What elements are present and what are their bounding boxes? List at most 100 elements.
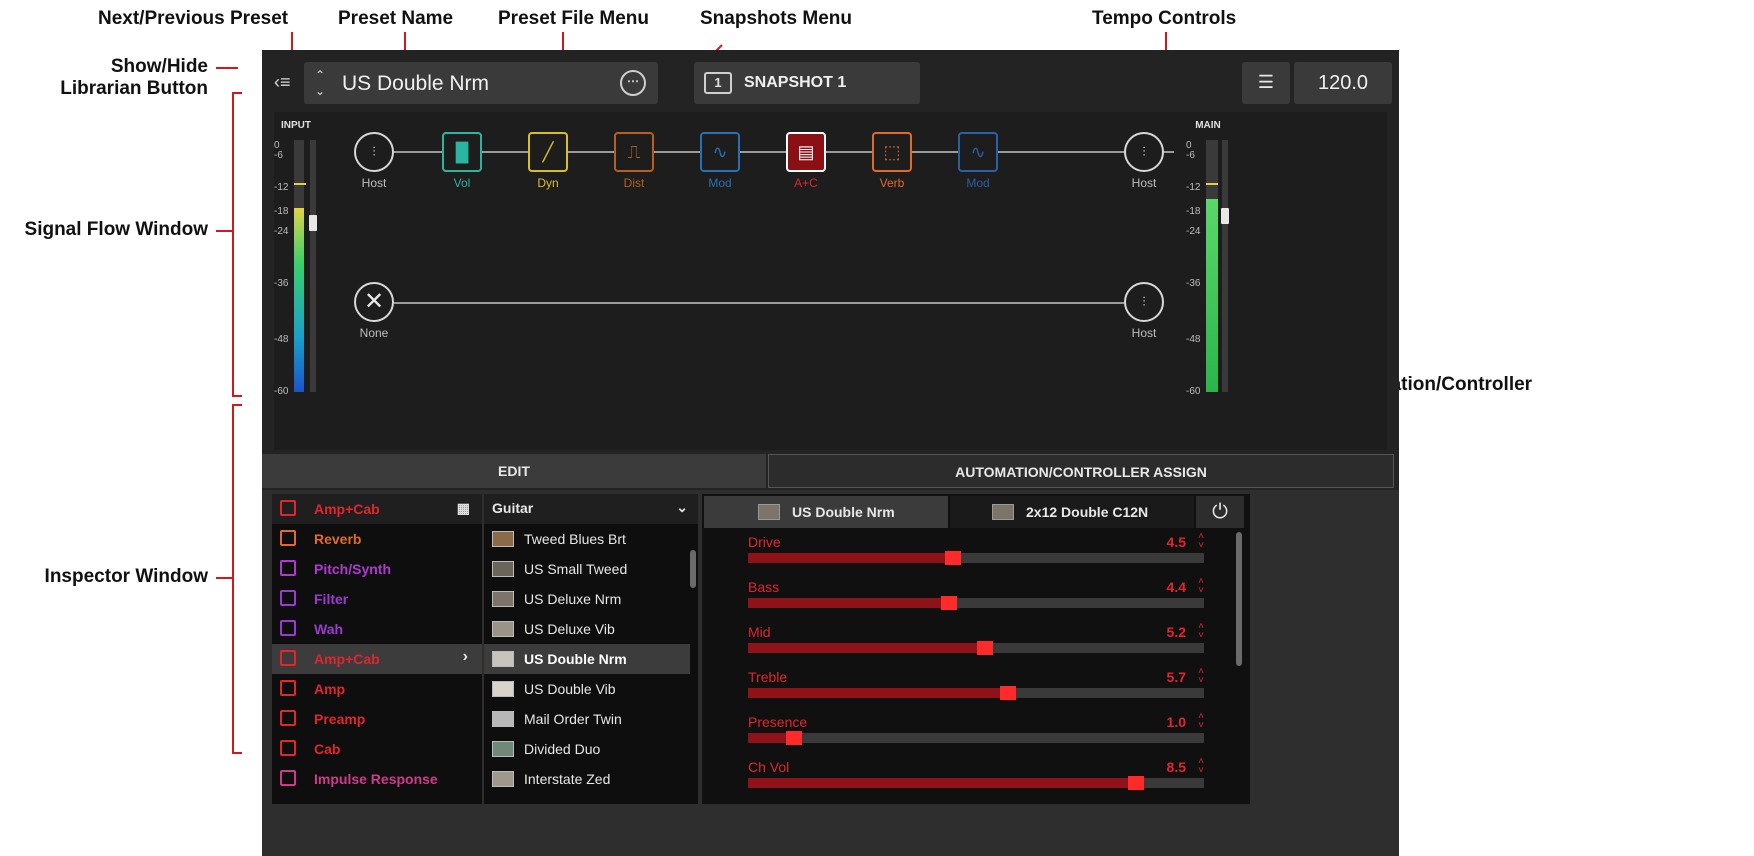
chevron-down-icon[interactable]: ⌄ — [312, 85, 328, 97]
category-list: Amp+Cab ▦ Reverb Pitch/Synth Filter Wah Amp+… — [272, 494, 490, 804]
model-scrollbar[interactable] — [690, 550, 696, 588]
param-stepper-icon[interactable]: ˄ ˅ — [1198, 757, 1204, 776]
block-mod[interactable]: ∿ — [958, 132, 998, 172]
model-item[interactable]: US Deluxe Nrm — [484, 584, 690, 614]
model-item-label: Divided Duo — [524, 741, 601, 757]
main-volume-handle[interactable] — [1221, 208, 1229, 224]
grid-icon[interactable]: ▦ — [457, 500, 470, 517]
category-icon — [280, 680, 296, 696]
meter-tick-label: -48 — [1186, 334, 1201, 346]
category-item[interactable]: Pitch/Synth — [272, 554, 482, 584]
path2-input[interactable]: ✕ — [354, 282, 394, 322]
block-dist[interactable]: ⎍ — [614, 132, 654, 172]
param-value[interactable]: 4.5 — [1167, 534, 1186, 550]
param-stepper-icon[interactable]: ˄ ˅ — [1198, 712, 1204, 731]
model-item[interactable]: Interstate Zed — [484, 764, 690, 794]
param-stepper-icon[interactable]: ˄ ˅ — [1198, 577, 1204, 596]
param-value[interactable]: 1.0 — [1167, 714, 1186, 730]
param-row: Bass 4.4 ˄ ˅ — [748, 577, 1204, 617]
category-item[interactable]: Filter — [272, 584, 482, 614]
param-slider[interactable] — [748, 776, 1204, 790]
param-slider-handle[interactable] — [999, 686, 1016, 700]
block-a-c[interactable]: ▤ — [786, 132, 826, 172]
param-stepper-icon[interactable]: ˄ ˅ — [1198, 532, 1204, 551]
preset-selector[interactable]: ⌃ ⌄ US Double Nrm ⋯ — [304, 62, 658, 104]
param-slider[interactable] — [748, 551, 1204, 565]
callout-signal-flow-window: Signal Flow Window — [24, 219, 208, 240]
model-item-label: Interstate Zed — [524, 771, 611, 787]
model-item[interactable]: Tweed Blues Brt — [484, 524, 690, 554]
reverb-cube-icon: ⬚ — [883, 142, 901, 162]
preset-file-menu-button[interactable]: ⋯ — [620, 70, 646, 96]
amp-thumbnail-icon — [492, 621, 514, 637]
model-list-header[interactable]: Guitar ⌄ — [484, 494, 698, 524]
chevron-up-icon[interactable]: ⌃ — [312, 69, 328, 81]
model-item[interactable]: US Small Tweed — [484, 554, 690, 584]
category-item[interactable]: Impulse Response — [272, 764, 482, 794]
category-item[interactable]: Amp — [272, 674, 482, 704]
block-label: Dyn — [537, 176, 559, 190]
input-gain-handle[interactable] — [309, 215, 317, 231]
param-slider-handle[interactable] — [945, 551, 962, 565]
tab-edit[interactable]: EDIT — [262, 454, 766, 488]
meter-tick-label: -18 — [1186, 206, 1201, 218]
parameter-scrollbar[interactable] — [1236, 532, 1242, 666]
param-slider-handle[interactable] — [940, 596, 957, 610]
next-previous-preset-arrows[interactable]: ⌃ ⌄ — [312, 69, 328, 97]
inspector-window: Amp+Cab ▦ Reverb Pitch/Synth Filter Wah Amp+… — [262, 490, 1399, 856]
param-slider-handle[interactable] — [977, 641, 994, 655]
block-power-button[interactable]: ⏻ — [1196, 496, 1244, 528]
model-item[interactable]: Mail Order Twin — [484, 704, 690, 734]
category-item[interactable]: Amp+Cab › — [272, 644, 482, 674]
path1-output[interactable]: ⫶ — [1124, 132, 1164, 172]
param-slider[interactable] — [748, 641, 1204, 655]
param-value[interactable]: 8.5 — [1167, 759, 1186, 775]
block-vol[interactable]: ▐▌ — [442, 132, 482, 172]
category-item[interactable]: Reverb — [272, 524, 482, 554]
amp-thumbnail-icon — [492, 531, 514, 547]
dynamics-curve-icon: ╱ — [542, 142, 554, 162]
param-slider-handle[interactable] — [785, 731, 802, 745]
category-header[interactable]: Amp+Cab ▦ — [272, 494, 482, 524]
category-item[interactable]: Wah — [272, 614, 482, 644]
preset-name: US Double Nrm — [342, 72, 490, 95]
param-slider-handle[interactable] — [1127, 776, 1144, 790]
block-verb[interactable]: ⬚ — [872, 132, 912, 172]
param-value[interactable]: 5.7 — [1167, 669, 1186, 685]
category-icon — [280, 590, 296, 606]
category-item[interactable]: Cab — [272, 734, 482, 764]
path2-output[interactable]: ⫶ — [1124, 282, 1164, 322]
block-mod[interactable]: ∿ — [700, 132, 740, 172]
category-item[interactable]: Preamp — [272, 704, 482, 734]
meter-tick-label: -18 — [274, 206, 289, 218]
model-item[interactable]: US Deluxe Vib — [484, 614, 690, 644]
model-item[interactable]: US Double Nrm — [484, 644, 690, 674]
block-label: Mod — [708, 176, 732, 190]
input-gain-slider[interactable] — [310, 140, 316, 392]
tab-amp-model[interactable]: US Double Nrm — [704, 496, 948, 528]
show-hide-librarian-button[interactable]: ‹≡ — [274, 72, 300, 94]
model-item[interactable]: US Double Vib — [484, 674, 690, 704]
main-volume-slider[interactable] — [1222, 140, 1228, 392]
param-label: Drive — [748, 534, 781, 550]
tab-automation-controller-assign[interactable]: AUTOMATION/CONTROLLER ASSIGN — [768, 454, 1394, 488]
param-slider[interactable] — [748, 686, 1204, 700]
param-stepper-icon[interactable]: ˄ ˅ — [1198, 622, 1204, 641]
tab-cab-model[interactable]: 2x12 Double C12N — [950, 496, 1194, 528]
param-stepper-icon[interactable]: ˄ ˅ — [1198, 667, 1204, 686]
param-value[interactable]: 4.4 — [1167, 579, 1186, 595]
tempo-value[interactable]: 120.0 — [1294, 62, 1392, 104]
category-item-label: Pitch/Synth — [314, 561, 392, 577]
param-slider[interactable] — [748, 596, 1204, 610]
snapshots-menu[interactable]: 1 SNAPSHOT 1 — [694, 62, 920, 104]
tempo-list-button[interactable]: ☰ — [1242, 62, 1290, 104]
param-value[interactable]: 5.2 — [1167, 624, 1186, 640]
param-slider[interactable] — [748, 731, 1204, 745]
model-item-label: US Small Tweed — [524, 561, 628, 577]
path1-input[interactable]: ⫶ — [354, 132, 394, 172]
main-peak-marker — [1206, 182, 1218, 185]
meter-tick-label: -6 — [274, 149, 283, 161]
block-dyn[interactable]: ╱ — [528, 132, 568, 172]
model-item[interactable]: Divided Duo — [484, 734, 690, 764]
main-level-bar — [1206, 140, 1218, 392]
